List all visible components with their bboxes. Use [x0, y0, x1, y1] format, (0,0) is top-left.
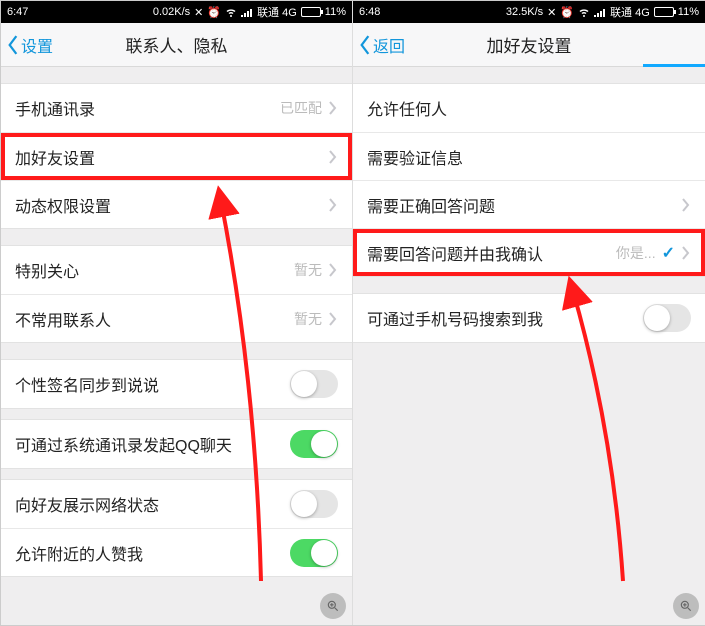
back-label: 设置 [21, 33, 53, 57]
chevron-right-icon [328, 198, 338, 212]
row-label: 特别关心 [15, 258, 294, 282]
row-show-net-status[interactable]: 向好友展示网络状态 [1, 480, 352, 528]
settings-list: 允许任何人 需要验证信息 需要正确回答问题 需要回答问题并由我确认 你是... … [353, 83, 705, 343]
status-time: 6:47 [7, 6, 28, 18]
row-label: 动态权限设置 [15, 193, 328, 217]
row-label: 需要验证信息 [367, 145, 691, 169]
status-speed: 32.5K/s [506, 6, 543, 18]
magnify-icon [320, 593, 346, 619]
row-qq-chat-contacts[interactable]: 可通过系统通讯录发起QQ聊天 [1, 420, 352, 468]
settings-list: 手机通讯录 已匹配 加好友设置 动态权限设置 特别关心 暂无 [1, 83, 352, 577]
row-label: 个性签名同步到说说 [15, 372, 290, 396]
back-button[interactable]: 返回 [357, 33, 405, 57]
row-label: 允许附近的人赞我 [15, 541, 290, 565]
status-speed: 0.02K/s [153, 6, 190, 18]
back-label: 返回 [373, 33, 405, 57]
row-phone-contacts[interactable]: 手机通讯录 已匹配 [1, 84, 352, 132]
row-label: 允许任何人 [367, 96, 691, 120]
row-label: 需要回答问题并由我确认 [367, 241, 616, 265]
page-title: 联系人、隐私 [126, 32, 228, 57]
row-add-friend-settings[interactable]: 加好友设置 [1, 132, 352, 180]
status-bar: 6:47 0.02K/s ✕ ⏰ 联通 4G 11% [1, 1, 352, 23]
row-special-care[interactable]: 特别关心 暂无 [1, 246, 352, 294]
row-label: 不常用联系人 [15, 307, 294, 331]
phone-right: 6:48 32.5K/s ✕ ⏰ 联通 4G 11% 返回 加好友设置 [353, 1, 705, 625]
nav-bar: 设置 联系人、隐私 [1, 23, 352, 67]
battery-icon [301, 7, 321, 17]
active-indicator [643, 64, 705, 67]
row-note: 暂无 [294, 309, 322, 329]
switch-toggle[interactable] [290, 490, 338, 518]
row-moments-privacy[interactable]: 动态权限设置 [1, 180, 352, 228]
row-infrequent-contacts[interactable]: 不常用联系人 暂无 [1, 294, 352, 342]
switch-toggle[interactable] [643, 304, 691, 332]
wifi-icon [225, 6, 237, 18]
chevron-right-icon [328, 312, 338, 326]
checkmark-icon: ✓ [662, 243, 675, 263]
nav-bar: 返回 加好友设置 [353, 23, 705, 67]
row-label: 手机通讯录 [15, 96, 280, 120]
status-battery: 11% [325, 6, 346, 18]
chevron-right-icon [328, 101, 338, 115]
status-carrier: 联通 4G [610, 4, 650, 20]
row-note: 已匹配 [280, 98, 322, 118]
mute-icon: ✕ [194, 6, 203, 19]
magnify-icon [673, 593, 699, 619]
row-label: 加好友设置 [15, 145, 328, 169]
status-battery: 11% [678, 6, 699, 18]
row-label: 向好友展示网络状态 [15, 492, 290, 516]
status-time: 6:48 [359, 6, 380, 18]
alarm-icon: ⏰ [560, 6, 574, 19]
battery-icon [654, 7, 674, 17]
phone-left: 6:47 0.02K/s ✕ ⏰ 联通 4G 11% 设置 联系人、隐私 手机通… [1, 1, 353, 625]
chevron-right-icon [681, 198, 691, 212]
row-answer-question[interactable]: 需要正确回答问题 [353, 180, 705, 228]
switch-toggle[interactable] [290, 370, 338, 398]
status-carrier: 联通 4G [257, 4, 297, 20]
switch-toggle[interactable] [290, 539, 338, 567]
signal-icon [241, 7, 253, 17]
alarm-icon: ⏰ [207, 6, 221, 19]
mute-icon: ✕ [547, 6, 556, 19]
row-label: 需要正确回答问题 [367, 193, 681, 217]
row-signature-sync[interactable]: 个性签名同步到说说 [1, 360, 352, 408]
row-answer-and-confirm[interactable]: 需要回答问题并由我确认 你是... ✓ [353, 228, 705, 276]
chevron-right-icon [681, 246, 691, 260]
switch-toggle[interactable] [290, 430, 338, 458]
row-allow-anyone[interactable]: 允许任何人 [353, 84, 705, 132]
chevron-right-icon [328, 263, 338, 277]
back-button[interactable]: 设置 [5, 33, 53, 57]
row-hint: 你是... [616, 243, 656, 263]
row-label: 可通过手机号码搜索到我 [367, 306, 643, 330]
page-title: 加好友设置 [487, 32, 572, 57]
chevron-right-icon [328, 150, 338, 164]
signal-icon [594, 7, 606, 17]
row-label: 可通过系统通讯录发起QQ聊天 [15, 432, 290, 456]
row-nearby-like[interactable]: 允许附近的人赞我 [1, 528, 352, 576]
wifi-icon [578, 6, 590, 18]
row-search-by-phone[interactable]: 可通过手机号码搜索到我 [353, 294, 705, 342]
row-need-verify[interactable]: 需要验证信息 [353, 132, 705, 180]
row-note: 暂无 [294, 260, 322, 280]
status-bar: 6:48 32.5K/s ✕ ⏰ 联通 4G 11% [353, 1, 705, 23]
